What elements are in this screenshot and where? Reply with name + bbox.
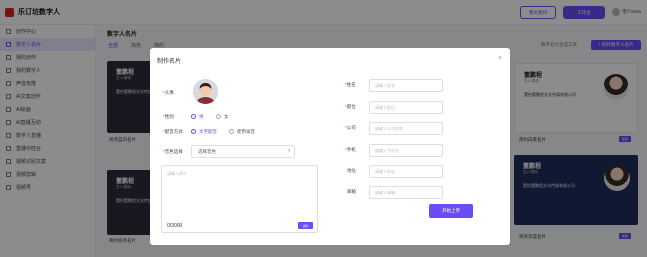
field-label-text: 公司 <box>346 125 356 130</box>
field-label-text: 职位 <box>346 104 356 109</box>
position-input[interactable]: 请输入职位 <box>369 101 443 114</box>
name-input[interactable]: 请输入姓名 <box>369 79 443 92</box>
field-label-text: 姓名 <box>346 82 356 87</box>
voice-text-radio[interactable] <box>191 129 196 134</box>
char-count: 0/3000 <box>167 223 183 229</box>
field-label: 地址 <box>347 168 356 173</box>
sound-select[interactable]: 选择音色 › <box>191 145 295 158</box>
avatar-label-text: 头像 <box>164 90 174 95</box>
voice-mode-label-text: 配音方式 <box>164 129 183 134</box>
start-upload-button[interactable]: 开始上传 <box>429 204 473 218</box>
avatar-upload[interactable] <box>193 79 218 104</box>
field-label: *姓名 <box>345 82 356 87</box>
voice-record-radio[interactable] <box>229 129 234 134</box>
avatar-image <box>193 79 218 104</box>
address-input[interactable]: 请输入地址 <box>369 165 443 178</box>
intro-placeholder: 请输入简介 <box>167 171 187 176</box>
gender-female-label[interactable]: 女 <box>224 114 229 120</box>
field-label-text: 手机 <box>346 147 356 152</box>
gender-female-radio[interactable] <box>216 114 221 119</box>
voice-text-label[interactable]: 文字配音 <box>199 129 217 135</box>
create-card-modal: 制作名片 × *头像 *性别 男 女 *配音方式 文字配音 使用录音 *音色选择… <box>150 48 510 245</box>
sound-label-text: 音色选择 <box>164 149 183 154</box>
app-root: 乐订坊数字人 我的素材 工作台 用户2056 创作中心 数字人名片 我的创作 我… <box>0 0 647 257</box>
close-icon[interactable]: × <box>498 55 502 62</box>
gender-male-label[interactable]: 男 <box>199 114 204 120</box>
company-input[interactable]: 请输入公司名称 <box>369 122 443 135</box>
gender-male-radio[interactable] <box>191 114 196 119</box>
field-label: *职位 <box>345 104 356 109</box>
field-label: *公司 <box>345 125 356 130</box>
preview-button[interactable]: 试听 <box>298 222 313 229</box>
phone-input[interactable]: 请输入手机号 <box>369 144 443 157</box>
voice-record-label[interactable]: 使用录音 <box>237 129 255 135</box>
sound-label: *音色选择 <box>163 149 183 154</box>
chevron-right-icon: › <box>288 148 290 154</box>
avatar-label: *头像 <box>163 90 174 95</box>
gender-label-text: 性别 <box>164 114 174 119</box>
field-label: 邮箱 <box>347 189 356 194</box>
voice-mode-label: *配音方式 <box>163 129 183 134</box>
gender-label: *性别 <box>163 114 174 119</box>
field-label: *手机 <box>345 147 356 152</box>
intro-textarea[interactable]: 请输入简介 0/3000 试听 <box>161 165 318 233</box>
modal-title: 制作名片 <box>157 59 182 65</box>
sound-select-value: 选择音色 <box>198 149 216 154</box>
email-input[interactable]: 请输入邮箱 <box>369 186 443 199</box>
